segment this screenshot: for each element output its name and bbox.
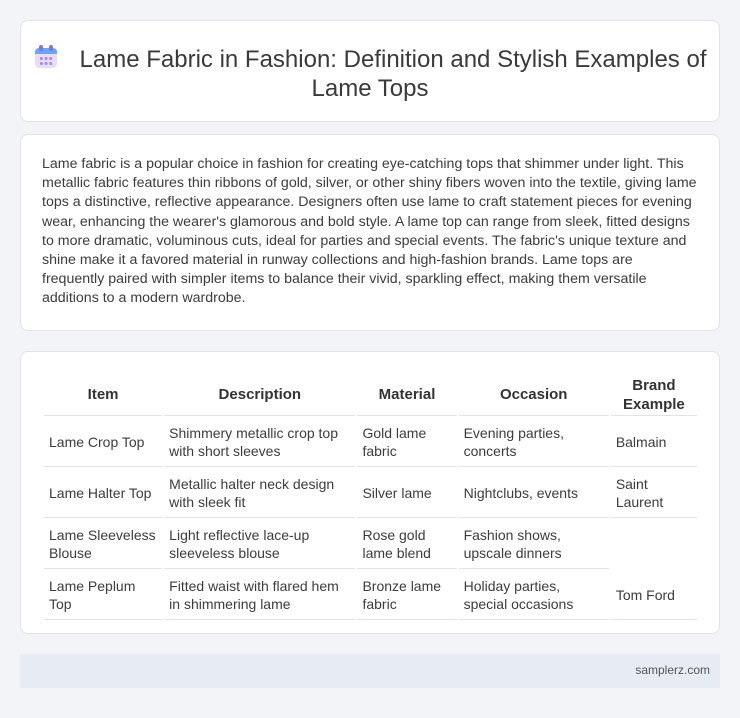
title-card: Lame Fabric in Fashion: Definition and S… — [20, 20, 720, 122]
cell-brand: Saint Laurent — [610, 469, 697, 518]
cell-item: Lame Halter Top — [44, 469, 163, 518]
cell-occasion: Holiday parties, special occasions — [458, 571, 609, 620]
cell-item: Lame Peplum Top — [44, 571, 163, 620]
header-material: Material — [357, 374, 457, 416]
table-card: Item Description Material Occasion Brand… — [20, 351, 720, 634]
title-wrap: Lame Fabric in Fashion: Definition and S… — [21, 45, 719, 103]
cell-description: Shimmery metallic crop top with short sl… — [164, 418, 356, 467]
cell-material: Silver lame — [357, 469, 457, 518]
table-row: Lame Crop Top Shimmery metallic crop top… — [44, 418, 697, 467]
cell-material: Bronze lame fabric — [357, 571, 457, 620]
cell-description: Light reflective lace-up sleeveless blou… — [164, 520, 356, 569]
table-row: Lame Peplum Top Fitted waist with flared… — [44, 571, 697, 620]
cell-item: Lame Crop Top — [44, 418, 163, 467]
cell-description: Metallic halter neck design with sleek f… — [164, 469, 356, 518]
description-text: Lame fabric is a popular choice in fashi… — [42, 156, 697, 307]
cell-description: Fitted waist with flared hem in shimmeri… — [164, 571, 356, 620]
table-row: Lame Sleeveless Blouse Light reflective … — [44, 520, 697, 569]
header-occasion: Occasion — [458, 374, 609, 416]
cell-brand: Tom Ford — [610, 571, 697, 620]
description-card: Lame fabric is a popular choice in fashi… — [20, 134, 720, 331]
cell-item: Lame Sleeveless Blouse — [44, 520, 163, 569]
calendar-icon — [34, 45, 58, 69]
cell-material: Gold lame fabric — [357, 418, 457, 467]
cell-occasion: Evening parties, concerts — [458, 418, 609, 467]
table-row: Lame Halter Top Metallic halter neck des… — [44, 469, 697, 518]
footer: samplerz.com — [20, 654, 720, 688]
header-description: Description — [164, 374, 356, 416]
lame-tops-table: Item Description Material Occasion Brand… — [42, 372, 699, 622]
cell-brand: Balmain — [610, 418, 697, 467]
footer-site-link[interactable]: samplerz.com — [635, 663, 710, 677]
cell-occasion: Nightclubs, events — [458, 469, 609, 518]
cell-material: Rose gold lame blend — [357, 520, 457, 569]
page-title: Lame Fabric in Fashion: Definition and S… — [79, 46, 707, 102]
cell-brand — [611, 520, 697, 569]
header-brand-example: Brand Example — [610, 374, 697, 416]
table-header-row: Item Description Material Occasion Brand… — [44, 374, 697, 416]
header-item: Item — [44, 374, 163, 416]
cell-occasion: Fashion shows, upscale dinners — [458, 520, 609, 569]
